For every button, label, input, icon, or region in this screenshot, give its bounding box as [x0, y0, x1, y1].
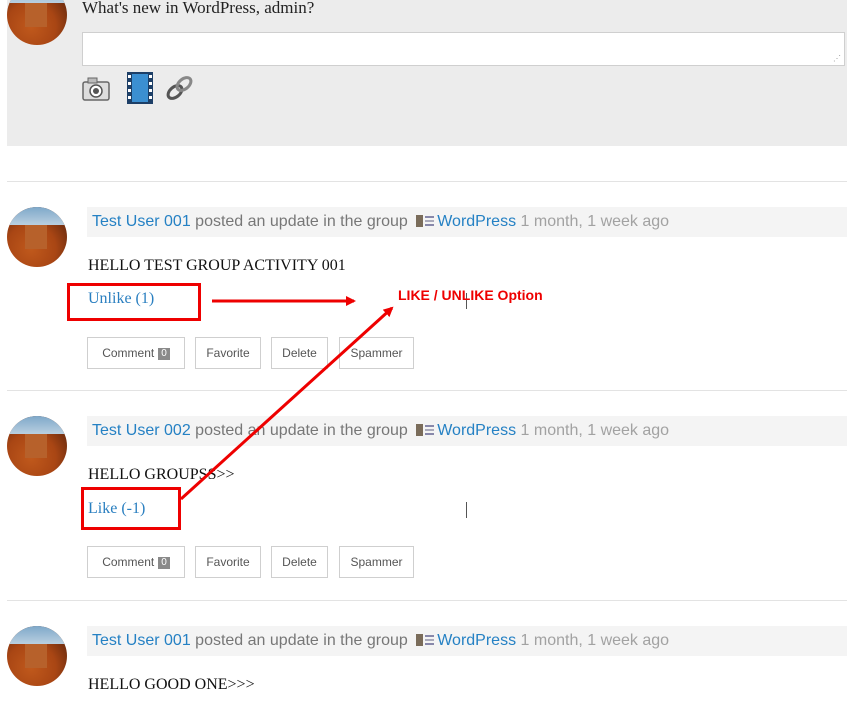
annotation-arrows — [179, 296, 394, 501]
annotation-arrow — [179, 306, 394, 501]
